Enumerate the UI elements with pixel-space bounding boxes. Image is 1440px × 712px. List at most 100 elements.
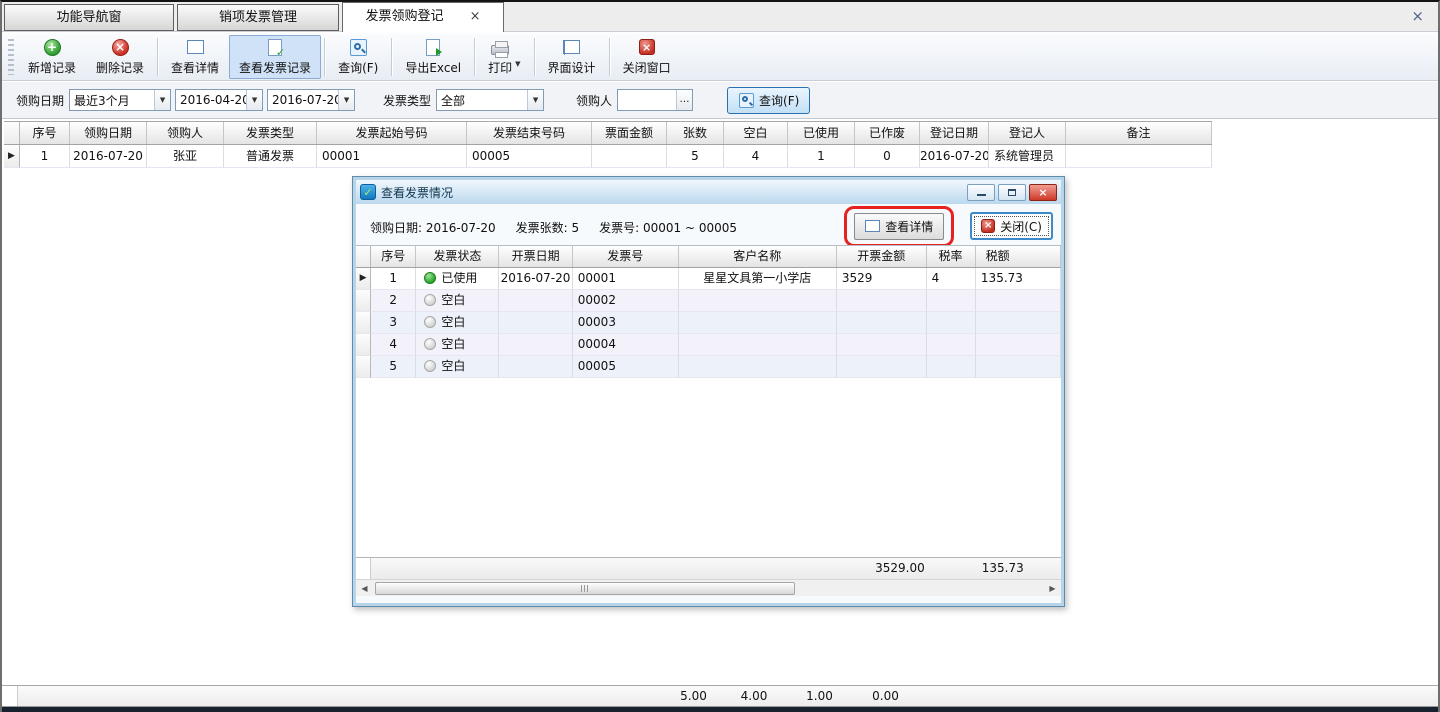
table-row[interactable]: 2 空白 00002 [356, 290, 1061, 312]
purchaser-field-wrap: … [617, 89, 693, 111]
info-invoice-range: 发票号: 00001 ~ 00005 [599, 219, 737, 236]
close-window-button[interactable]: × 关闭窗口 [613, 35, 681, 79]
cell: 5 [667, 145, 724, 168]
cell: 4 [371, 334, 416, 356]
lookup-ellipsis-button[interactable]: … [676, 90, 692, 110]
view-invoice-record-button[interactable]: ✓ 查看发票记录 [229, 35, 321, 79]
dialog-close-button[interactable]: × [1029, 184, 1057, 201]
chevron-down-icon[interactable]: ▼ [527, 90, 543, 110]
detail-window-icon [865, 220, 880, 233]
cell [976, 356, 1061, 378]
dialog-view-detail-button[interactable]: 查看详情 [854, 213, 944, 240]
column-header[interactable]: 发票结束号码 [467, 122, 592, 144]
cell: 1 [788, 145, 855, 168]
print-button[interactable]: 打印 ▼ [478, 35, 530, 79]
cell [927, 312, 976, 334]
window-bottom-bar [2, 707, 1438, 712]
invoice-type-combo[interactable]: 全部 ▼ [436, 89, 544, 111]
cell [499, 356, 573, 378]
cell: 00004 [573, 334, 679, 356]
column-header[interactable]: 发票状态 [416, 246, 499, 267]
cell: 1 [371, 268, 416, 290]
scroll-right-icon[interactable]: ▶ [1044, 580, 1061, 597]
printer-icon [490, 37, 510, 57]
column-header[interactable]: 开票金额 [837, 246, 927, 267]
close-icon: × [981, 219, 995, 233]
cell: 星星文具第一小学店 [679, 268, 837, 290]
cell: 00005 [573, 356, 679, 378]
table-row[interactable]: 4 空白 00004 [356, 334, 1061, 356]
detail-window-icon [185, 38, 205, 57]
column-header[interactable]: 序号 [371, 246, 416, 267]
date-range-combo[interactable]: 最近3个月 ▼ [69, 89, 171, 111]
chevron-down-icon[interactable]: ▼ [246, 90, 262, 110]
print-dropdown-icon[interactable]: ▼ [515, 60, 520, 76]
cell [976, 334, 1061, 356]
column-header[interactable]: 张数 [667, 122, 724, 144]
ui-design-icon [562, 38, 582, 57]
column-header[interactable]: 发票号 [573, 246, 679, 267]
scrollbar-thumb[interactable] [375, 582, 795, 595]
cell: 2 [371, 290, 416, 312]
column-header[interactable]: 发票类型 [224, 122, 317, 144]
column-header[interactable]: 已使用 [788, 122, 855, 144]
cell: 张亚 [147, 145, 224, 168]
toolbar-grip [8, 39, 14, 75]
table-row[interactable]: ▶ 1 已使用 2016-07-20 00001 星星文具第一小学店 3529 … [356, 268, 1061, 290]
tabstrip-close-icon[interactable]: × [1411, 7, 1424, 25]
tab-sales-invoice-mgmt[interactable]: 销项发票管理 [177, 4, 339, 31]
dialog-minimize-button[interactable] [967, 184, 995, 201]
dialog-buttons: 查看详情 × 关闭(C) [844, 207, 1053, 245]
column-header[interactable]: 客户名称 [679, 246, 837, 267]
dialog-title-bar[interactable]: ✓ 查看发票情况 × [356, 180, 1061, 204]
new-record-button[interactable]: + 新增记录 [18, 35, 86, 79]
dialog-maximize-button[interactable] [998, 184, 1026, 201]
column-header[interactable]: 登记日期 [920, 122, 989, 144]
column-header[interactable]: 领购人 [147, 122, 224, 144]
cell [927, 334, 976, 356]
column-header[interactable]: 序号 [20, 122, 70, 144]
cell [976, 312, 1061, 334]
grid-summary-strip: 5.00 4.00 1.00 0.00 [2, 685, 1438, 707]
tab-close-icon[interactable]: × [470, 3, 481, 31]
column-header[interactable]: 票面金额 [592, 122, 667, 144]
query-button[interactable]: 查询(F) [328, 35, 388, 79]
status-dot-icon [424, 294, 436, 306]
tab-strip: 功能导航窗 销项发票管理 发票领购登记 × × [2, 2, 1438, 32]
export-excel-button[interactable]: 导出Excel [395, 35, 471, 79]
table-row[interactable]: 3 空白 00003 [356, 312, 1061, 334]
horizontal-scrollbar[interactable]: ◀ ▶ [356, 579, 1061, 596]
status-dot-icon [424, 272, 436, 284]
view-detail-button[interactable]: 查看详情 [161, 35, 229, 79]
cell [679, 312, 837, 334]
chevron-down-icon[interactable]: ▼ [154, 90, 170, 110]
cell: 空白 [416, 312, 499, 334]
row-pointer-icon: ▶ [4, 145, 20, 168]
tab-function-nav[interactable]: 功能导航窗 [4, 4, 174, 31]
dialog-close-c-button[interactable]: × 关闭(C) [970, 212, 1053, 240]
column-header[interactable]: 税率 [927, 246, 976, 267]
column-header[interactable]: 税额 [976, 246, 1061, 267]
cell: 普通发票 [224, 145, 317, 168]
column-header[interactable]: 已作废 [855, 122, 920, 144]
filter-query-button[interactable]: 查询(F) [727, 87, 810, 114]
column-header[interactable]: 领购日期 [70, 122, 147, 144]
chevron-down-icon[interactable]: ▼ [338, 90, 354, 110]
scroll-left-icon[interactable]: ◀ [356, 580, 373, 597]
column-header[interactable]: 备注 [1066, 122, 1212, 144]
column-header[interactable]: 发票起始号码 [317, 122, 467, 144]
date-to-combo[interactable]: 2016-07-20 ▼ [267, 89, 355, 111]
ui-design-button[interactable]: 界面设计 [538, 35, 606, 79]
dialog-content: 领购日期: 2016-07-20 发票张数: 5 发票号: 00001 ~ 00… [356, 204, 1061, 603]
tab-invoice-purchase-register[interactable]: 发票领购登记 × [342, 2, 504, 32]
column-header[interactable]: 开票日期 [499, 246, 573, 267]
date-from-combo[interactable]: 2016-04-20 ▼ [175, 89, 263, 111]
table-row[interactable]: 5 空白 00005 [356, 356, 1061, 378]
column-header[interactable]: 空白 [724, 122, 788, 144]
column-header[interactable]: 登记人 [989, 122, 1066, 144]
delete-record-button[interactable]: × 删除记录 [86, 35, 154, 79]
cell: 00001 [317, 145, 467, 168]
purchaser-input[interactable] [618, 91, 676, 109]
summary-used: 1.00 [786, 686, 853, 706]
table-row[interactable]: ▶ 1 2016-07-20 张亚 普通发票 00001 00005 5 4 1… [4, 145, 1212, 168]
